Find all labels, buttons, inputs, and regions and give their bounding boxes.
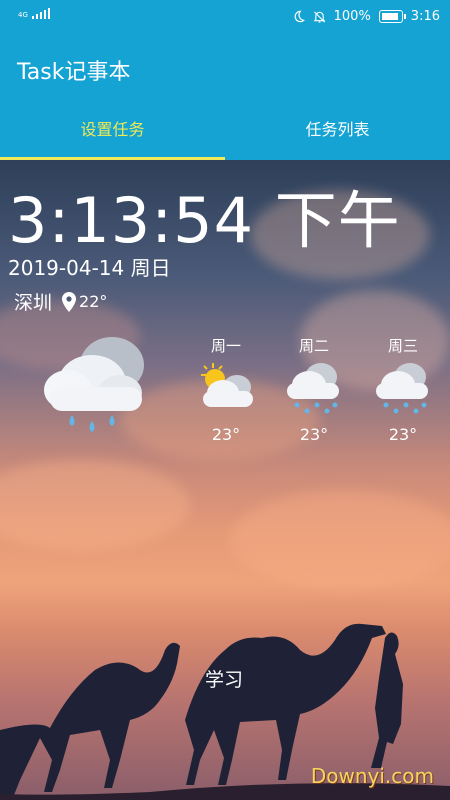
- app-title: Task记事本: [17, 60, 131, 85]
- signal-indicator: 4G: [18, 8, 50, 19]
- clock-time: 3:13:54 下午: [8, 184, 401, 257]
- mute-bell-icon: [313, 10, 326, 23]
- app-bar: Task记事本: [0, 34, 450, 100]
- cloud-snow-icon: [376, 363, 428, 414]
- forecast-day-2: 周二 23°: [279, 335, 349, 444]
- cloud-snow-icon: [287, 363, 339, 414]
- app-screen: 4G 100% 3:16 Task记事本 设置任务 任务列表 3:13:54 下…: [0, 0, 450, 800]
- forecast-temp: 23°: [211, 425, 241, 444]
- status-icons: 100% 3:16: [292, 9, 440, 24]
- network-type: 4G: [18, 11, 28, 19]
- watermark: Downyi.com: [310, 764, 434, 788]
- forecast-day-label: 周三: [387, 337, 418, 355]
- location-pin-icon: [62, 291, 77, 312]
- tab-task-list[interactable]: 任务列表: [225, 100, 450, 160]
- task-label[interactable]: 学习: [205, 665, 243, 692]
- cloud-rain-icon: [44, 337, 144, 432]
- battery-percent: 100%: [333, 9, 371, 24]
- forecast-day-label: 周二: [298, 337, 329, 355]
- city-temperature: 22°: [79, 292, 108, 311]
- moon-icon: [294, 10, 305, 23]
- forecast-day-label: 周一: [210, 337, 241, 355]
- forecast-day-1: 周一 23°: [191, 335, 261, 444]
- battery-icon: [378, 10, 406, 23]
- clock-date: 2019-04-14 周日: [8, 256, 171, 280]
- tab-set-task[interactable]: 设置任务: [0, 100, 225, 160]
- location-row: 深圳 22°: [14, 288, 107, 315]
- forecast-temp: 23°: [388, 425, 418, 444]
- tab-bar: 设置任务 任务列表: [0, 100, 450, 160]
- status-bar: 4G 100% 3:16: [0, 0, 450, 34]
- city-name: 深圳: [14, 292, 53, 314]
- sun-cloud-icon: [201, 363, 253, 407]
- forecast-day-3: 周三 23°: [368, 335, 438, 444]
- forecast-temp: 23°: [299, 425, 329, 444]
- status-time: 3:16: [410, 9, 440, 24]
